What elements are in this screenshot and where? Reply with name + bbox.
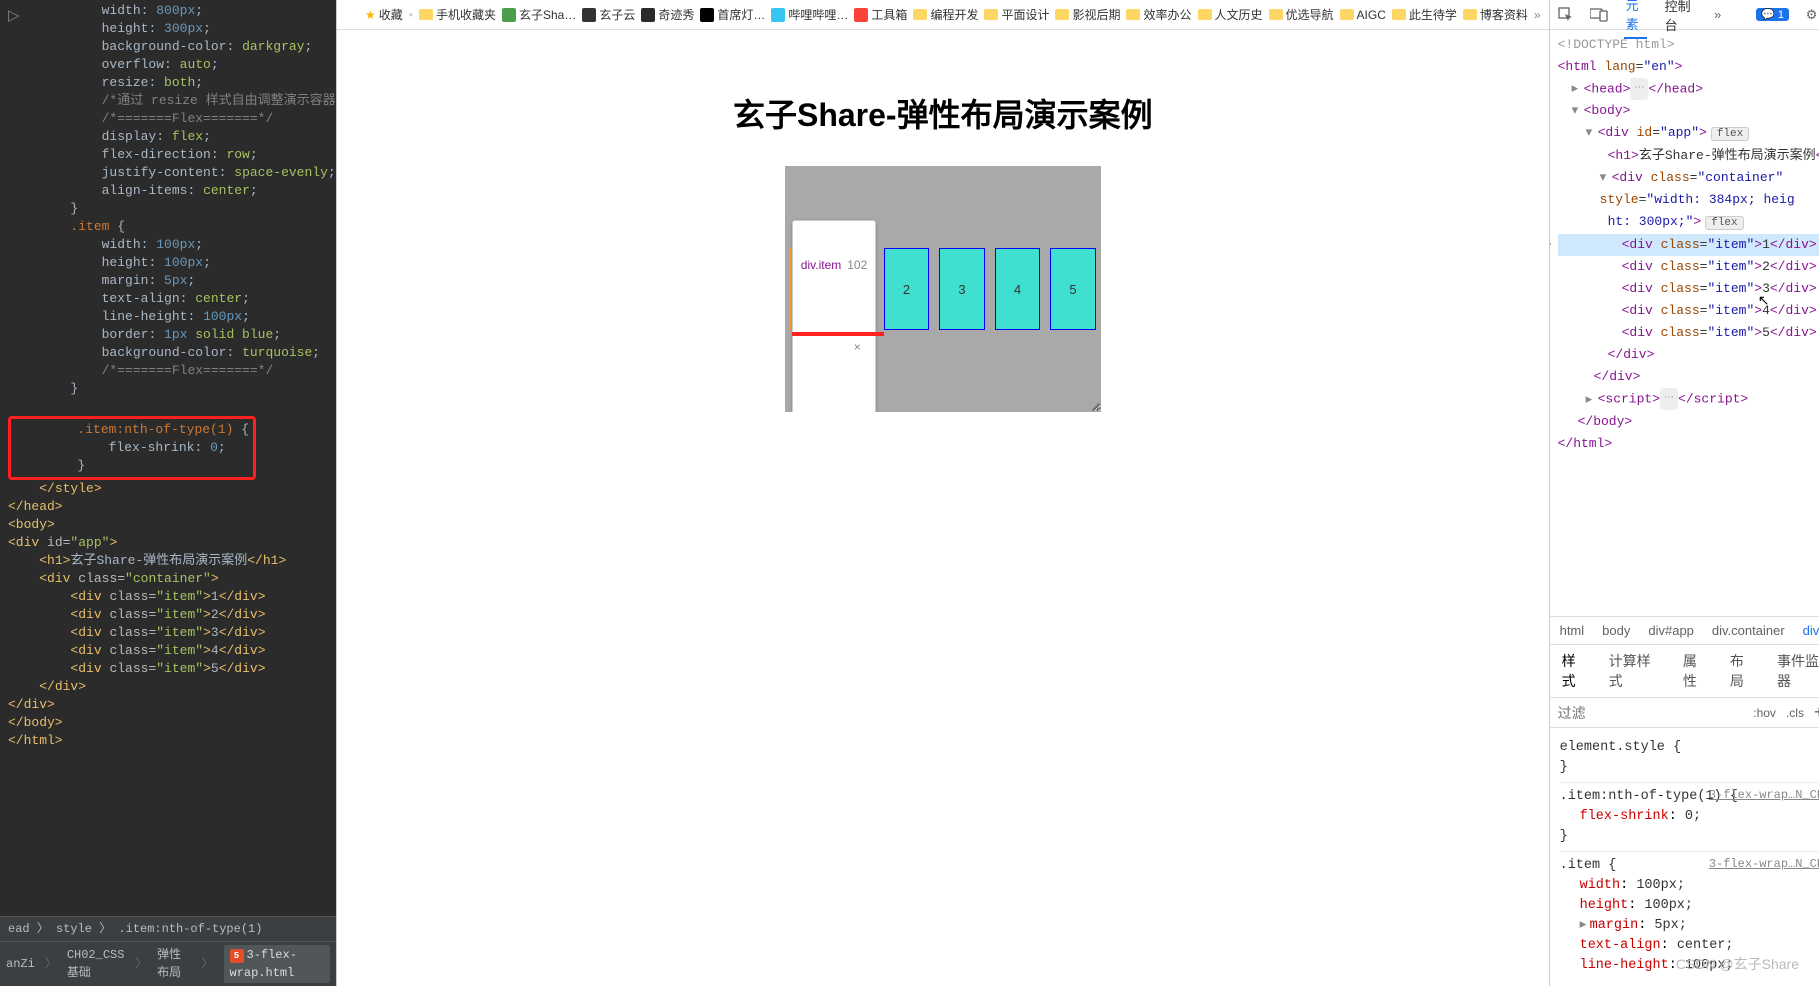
star-icon: ★ xyxy=(365,8,376,22)
dom-tree[interactable]: <!DOCTYPE html> <html lang="en"> ▸<head>… xyxy=(1550,30,1819,616)
style-rules[interactable]: element.style { } 3-flex-wrap…N_CHANGE:4… xyxy=(1550,728,1819,986)
bookmark-item[interactable]: 人文历史 xyxy=(1198,6,1263,23)
selected-dom-node[interactable]: <div class="item">1</div> == $0 xyxy=(1558,234,1819,256)
rule-nth-of-type[interactable]: 3-flex-wrap…N_CHANGE:44 .item:nth-of-typ… xyxy=(1560,783,1819,852)
resize-handle-icon[interactable] xyxy=(1091,402,1099,410)
bookmark-icon xyxy=(582,8,596,22)
flex-badge[interactable]: flex xyxy=(1711,127,1749,141)
device-icon[interactable] xyxy=(1590,6,1608,24)
bookmark-icon xyxy=(771,8,785,22)
bookmark-icon xyxy=(1392,9,1406,20)
source-link-2[interactable]: 3-flex-wrap…N_CHANGE:33 xyxy=(1709,854,1819,874)
bookmark-icon xyxy=(1126,9,1140,20)
flex-item-4[interactable]: 4 xyxy=(995,248,1041,330)
add-rule-icon[interactable]: + xyxy=(1814,702,1819,723)
code-editor[interactable]: width: 800px; height: 300px; background-… xyxy=(0,0,336,986)
bookmark-icon xyxy=(984,9,998,20)
bookmark-item[interactable]: 玄子Sha… xyxy=(502,6,576,23)
element-tooltip: div.item 102 × 102 xyxy=(792,220,876,412)
browser-pane: ▷ ★收藏 • 手机收藏夹 玄子Sha… 玄子云 奇迹秀 首席灯… 哔哩哔哩… … xyxy=(336,0,1549,986)
bookmark-item[interactable]: 玄子云 xyxy=(582,6,635,23)
bookmark-icon xyxy=(913,9,927,20)
bookmark-favorites[interactable]: ★收藏 xyxy=(365,6,403,23)
inspect-icon[interactable] xyxy=(1558,6,1574,24)
chevron-right-icon[interactable]: » xyxy=(1534,8,1541,22)
bookmark-item[interactable]: 此生待学 xyxy=(1392,6,1457,23)
more-tabs-icon[interactable]: » xyxy=(1711,6,1724,24)
bookmark-icon xyxy=(1055,9,1069,20)
bookmark-item[interactable]: 工具箱 xyxy=(854,6,907,23)
flex-item-2[interactable]: 2 xyxy=(884,248,930,330)
tab-computed[interactable]: 计算样式 xyxy=(1609,651,1663,691)
rule-element-style[interactable]: element.style { } xyxy=(1560,734,1819,783)
bookmark-icon xyxy=(1269,9,1283,20)
bookmark-item[interactable]: AIGC xyxy=(1340,8,1386,22)
bookmark-item[interactable]: 优选导航 xyxy=(1269,6,1334,23)
bookmark-icon xyxy=(700,8,714,22)
doctype-node[interactable]: <!DOCTYPE html> xyxy=(1558,37,1675,52)
bookmark-item[interactable]: 编程开发 xyxy=(913,6,978,23)
bookmark-item[interactable]: 手机收藏夹 xyxy=(419,6,496,23)
highlight-underline xyxy=(792,332,884,336)
bookmark-icon xyxy=(502,8,516,22)
editor-tabs: anZi〉 CH02_CSS基础〉 弹性布局〉 53-flex-wrap.htm… xyxy=(0,941,336,986)
tab-3[interactable]: 弹性布局 xyxy=(157,946,191,982)
bookmark-icon xyxy=(854,8,868,22)
styles-filter-row: :hov .cls + xyxy=(1550,697,1819,728)
tab-active[interactable]: 53-flex-wrap.html xyxy=(224,945,330,983)
flex-item-3[interactable]: 3 xyxy=(939,248,985,330)
flex-item-5[interactable]: 5 xyxy=(1050,248,1096,330)
tab-listeners[interactable]: 事件监听器 xyxy=(1777,651,1819,691)
bookmark-item[interactable]: 首席灯… xyxy=(700,6,765,23)
tab-props[interactable]: 属性 xyxy=(1683,651,1710,691)
watermark: CSDN @玄子Share xyxy=(1676,954,1799,974)
hov-button[interactable]: :hov xyxy=(1753,706,1776,720)
flex-item-1[interactable]: div.item 102 × 102 1 xyxy=(790,248,874,330)
devtools-panel: 元素 控制台 » 💬 1 ⚙ ⋮ ✕ <!DOCTYPE html> <html… xyxy=(1549,0,1819,986)
tab-styles[interactable]: 样式 xyxy=(1562,651,1589,691)
bookmark-item[interactable]: 效率办公 xyxy=(1126,6,1191,23)
tab-1[interactable]: anZi xyxy=(6,955,35,973)
preview-area: 玄子Share-弹性布局演示案例 div.item 102 × 102 1 2 … xyxy=(337,30,1549,986)
source-link[interactable]: 3-flex-wrap…N_CHANGE:44 xyxy=(1709,785,1819,805)
styles-tabs: 样式 计算样式 属性 布局 事件监听器 » xyxy=(1550,644,1819,697)
editor-breadcrumb[interactable]: ead 〉 style 〉 .item:nth-of-type(1) xyxy=(0,916,336,941)
bookmark-icon xyxy=(1340,9,1354,20)
cls-button[interactable]: .cls xyxy=(1786,706,1804,720)
bookmarks-bar: ▷ ★收藏 • 手机收藏夹 玄子Sha… 玄子云 奇迹秀 首席灯… 哔哩哔哩… … xyxy=(337,0,1549,30)
dom-breadcrumb[interactable]: html body div#app div.container div.item xyxy=(1550,616,1819,644)
bookmark-item[interactable]: 博客资料 xyxy=(1463,6,1528,23)
bookmark-item[interactable]: 哔哩哔哩… xyxy=(771,6,848,23)
page-title: 玄子Share-弹性布局演示案例 xyxy=(613,90,1273,136)
code-body[interactable]: width: 800px; height: 300px; background-… xyxy=(0,0,336,916)
bookmark-icon xyxy=(1463,9,1477,20)
bookmark-icon xyxy=(641,8,655,22)
bookmark-item[interactable]: 影视后期 xyxy=(1055,6,1120,23)
bookmark-icon xyxy=(419,9,433,20)
tab-layout[interactable]: 布局 xyxy=(1730,651,1757,691)
flex-container[interactable]: div.item 102 × 102 1 2 3 4 5 xyxy=(785,166,1101,412)
bookmark-item[interactable]: 奇迹秀 xyxy=(641,6,694,23)
tab-2[interactable]: CH02_CSS基础 xyxy=(67,946,125,982)
issues-badge[interactable]: 💬 1 xyxy=(1756,8,1789,21)
bookmark-item[interactable]: 平面设计 xyxy=(984,6,1049,23)
html-icon: 5 xyxy=(230,949,244,963)
devtools-toolbar: 元素 控制台 » 💬 1 ⚙ ⋮ ✕ xyxy=(1550,0,1819,30)
filter-input[interactable] xyxy=(1558,705,1744,721)
bookmark-icon xyxy=(1198,9,1212,20)
gear-icon[interactable]: ⚙ xyxy=(1805,6,1818,24)
